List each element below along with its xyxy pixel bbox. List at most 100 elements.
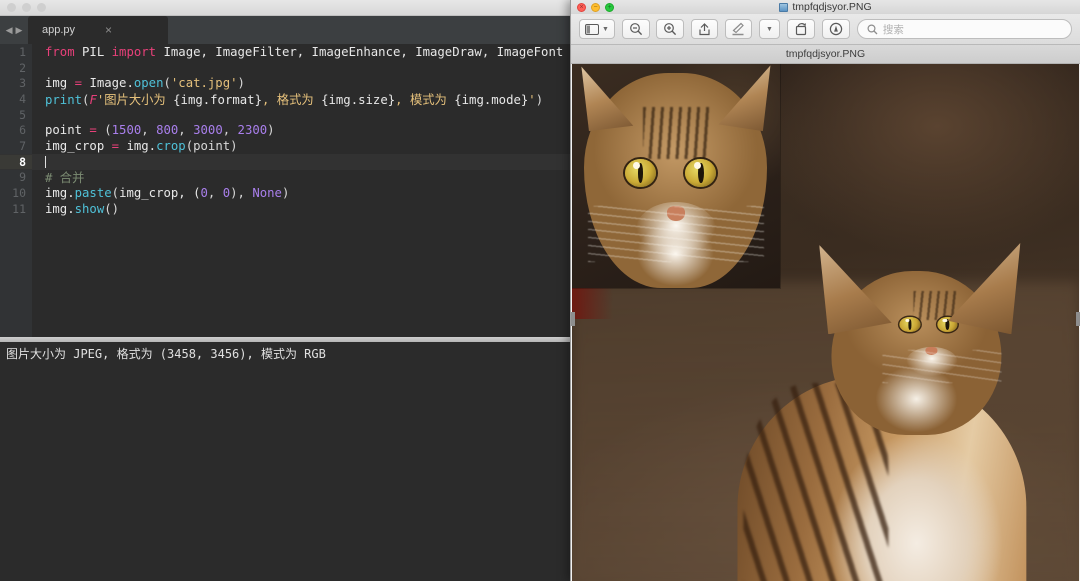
code-line[interactable]: 9 # 合并 (0, 170, 570, 186)
code-line[interactable]: 8 (0, 153, 570, 170)
chevron-down-icon[interactable]: ▼ (766, 26, 773, 33)
code-token: img. (45, 201, 75, 216)
editor-tab-app-py[interactable]: app.py × (28, 16, 168, 44)
zoom-out-icon (630, 23, 643, 36)
markup-button[interactable] (724, 19, 752, 39)
code-token: {img.mode} (454, 92, 529, 107)
code-token: 2300 (237, 123, 268, 138)
code-token: img_crop (45, 138, 112, 153)
code-line-text: point = (1500, 800, 3000, 2300) (32, 123, 275, 137)
cat-left-eye-glint (905, 318, 910, 323)
code-editor-window: ◀ ▶ app.py × 1 from PIL import Image, Ima… (0, 0, 570, 581)
code-token: show (74, 201, 105, 216)
console-output-panel[interactable]: 图片大小为 JPEG, 格式为 (3458, 3456), 模式为 RGB (0, 342, 570, 581)
code-token: = (89, 123, 105, 138)
share-button[interactable] (690, 19, 718, 39)
sidebar-icon (585, 23, 599, 35)
line-number: 11 (12, 201, 26, 216)
code-line[interactable]: 7 img_crop = img.crop(point) (0, 138, 570, 154)
code-token: (point) (185, 138, 238, 153)
code-line[interactable]: 5 (0, 107, 570, 123)
markup-options-button[interactable]: ▼ (758, 19, 780, 39)
code-token: ) (281, 186, 290, 201)
code-token: , 格式为 (261, 92, 322, 107)
text-caret (45, 156, 46, 169)
screen: ◀ ▶ app.py × 1 from PIL import Image, Ima… (0, 0, 1080, 581)
code-line-text: img.paste(img_crop, (0, 0), None) (32, 186, 289, 200)
code-token: 800 (156, 123, 179, 138)
code-line[interactable]: 11 img.show() (0, 201, 570, 217)
code-editor-area[interactable]: 1 from PIL import Image, ImageFilter, Ima… (0, 44, 570, 337)
console-output-line: 图片大小为 JPEG, 格式为 (3458, 3456), 模式为 RGB (6, 347, 326, 361)
cat-left-eye (899, 316, 921, 332)
rotate-left-icon (795, 23, 806, 36)
code-token: , (207, 186, 223, 201)
code-token: Image. (89, 76, 134, 91)
chevron-down-icon[interactable]: ▼ (602, 26, 609, 33)
code-line-text: img_crop = img.crop(point) (32, 139, 238, 153)
preview-titlebar[interactable]: × − + tmpfqdjsyor.PNG (571, 0, 1080, 14)
rotate-button[interactable] (786, 19, 815, 39)
code-token: ( (163, 76, 171, 91)
crop-left-eye (624, 158, 656, 187)
tab-close-icon[interactable]: × (105, 24, 112, 36)
code-token: Image, ImageFilter, ImageEnhance, ImageD… (163, 44, 564, 59)
code-line[interactable]: 4 print(F'图片大小为 {img.format}, 格式为 {img.si… (0, 91, 570, 107)
code-line-text: img.show() (32, 202, 119, 216)
line-number: 4 (19, 91, 26, 106)
code-token: from (45, 44, 83, 59)
annotate-button[interactable] (821, 19, 850, 39)
preview-app-window: × − + tmpfqdjsyor.PNG ▼ ▼ 搜索 tmpfqdjsyor… (570, 0, 1080, 581)
code-line[interactable]: 2 (0, 60, 570, 76)
zoom-in-button[interactable] (655, 19, 684, 39)
search-icon (867, 23, 878, 34)
preview-window-title: tmpfqdjsyor.PNG (792, 1, 872, 13)
code-line-text: from PIL import Image, ImageFilter, Imag… (32, 45, 563, 59)
zoom-out-button[interactable] (621, 19, 650, 39)
code-line[interactable]: 1 from PIL import Image, ImageFilter, Ima… (0, 44, 570, 60)
line-number: 7 (19, 138, 26, 153)
editor-minimize-button[interactable] (22, 3, 31, 12)
zoom-in-icon (664, 23, 677, 36)
code-line[interactable]: 10 img.paste(img_crop, (0, 0), None) (0, 185, 570, 201)
code-line-text: print(F'图片大小为 {img.format}, 格式为 {img.siz… (32, 90, 543, 108)
code-token: PIL (82, 44, 112, 59)
code-token: ) (267, 123, 275, 138)
search-field[interactable]: 搜索 (856, 19, 1072, 39)
code-token: , (222, 123, 238, 138)
code-token: open (133, 76, 164, 91)
editor-maximize-button[interactable] (37, 3, 46, 12)
editor-titlebar (0, 0, 570, 16)
code-line-text: img = Image.open('cat.jpg') (32, 76, 245, 90)
code-token: , 模式为 (395, 92, 455, 107)
document-name-bar: tmpfqdjsyor.PNG (571, 45, 1080, 64)
forward-arrow-icon[interactable]: ▶ (16, 25, 23, 36)
crop-whiskers (588, 206, 764, 262)
cat-right-eye-glint (942, 318, 948, 323)
code-token: paste (74, 186, 112, 201)
back-arrow-icon[interactable]: ◀ (6, 25, 13, 36)
crop-edge-artifact (572, 287, 613, 319)
code-token: ) (535, 92, 544, 107)
code-token: img. (126, 138, 157, 153)
code-token: crop (156, 138, 186, 153)
editor-close-button[interactable] (7, 3, 16, 12)
image-canvas[interactable] (571, 64, 1080, 581)
sidebar-toggle-button[interactable]: ▼ (579, 19, 615, 39)
editor-nav-arrows[interactable]: ◀ ▶ (0, 16, 28, 44)
line-number: 1 (19, 44, 26, 59)
code-line[interactable]: 3 img = Image.open('cat.jpg') (0, 75, 570, 91)
crop-forehead-stripes (642, 107, 709, 159)
code-token: img_crop, ( (119, 186, 201, 201)
code-token: ), (230, 186, 253, 201)
code-lines[interactable]: 1 from PIL import Image, ImageFilter, Ima… (0, 44, 570, 217)
code-token: 3000 (193, 123, 223, 138)
code-token: # 合并 (45, 171, 85, 186)
canvas-right-edge-marker (1076, 312, 1080, 327)
code-token: () (104, 201, 120, 216)
search-placeholder: 搜索 (882, 23, 904, 36)
line-number: 10 (12, 186, 26, 201)
code-token: img. (45, 186, 75, 201)
code-line[interactable]: 6 point = (1500, 800, 3000, 2300) (0, 122, 570, 138)
share-icon (699, 23, 710, 36)
